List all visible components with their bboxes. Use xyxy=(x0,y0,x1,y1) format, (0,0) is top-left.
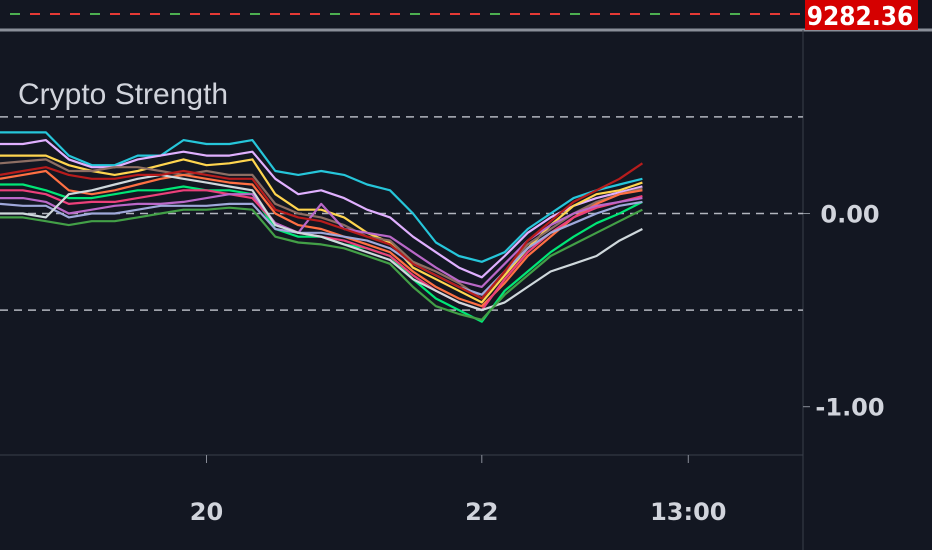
chart-canvas: 9282.36 0.00 -1.00 20 22 13:00 Crypto Stren… xyxy=(0,0,932,550)
chart-area: 9282.36 0.00 -1.00 20 22 13:00 Crypto Stren… xyxy=(0,0,932,550)
price-label: 9282.36 xyxy=(807,2,914,32)
x-tick-label: 13:00 xyxy=(650,498,726,526)
x-tick-label: 20 xyxy=(190,498,223,526)
y-tick-label: 0.00 xyxy=(820,201,879,229)
price-pane-strip xyxy=(0,0,805,30)
y-tick-label: -1.00 xyxy=(815,394,884,422)
x-tick-label: 22 xyxy=(465,498,498,526)
chart-title: Crypto Strength xyxy=(18,78,228,111)
